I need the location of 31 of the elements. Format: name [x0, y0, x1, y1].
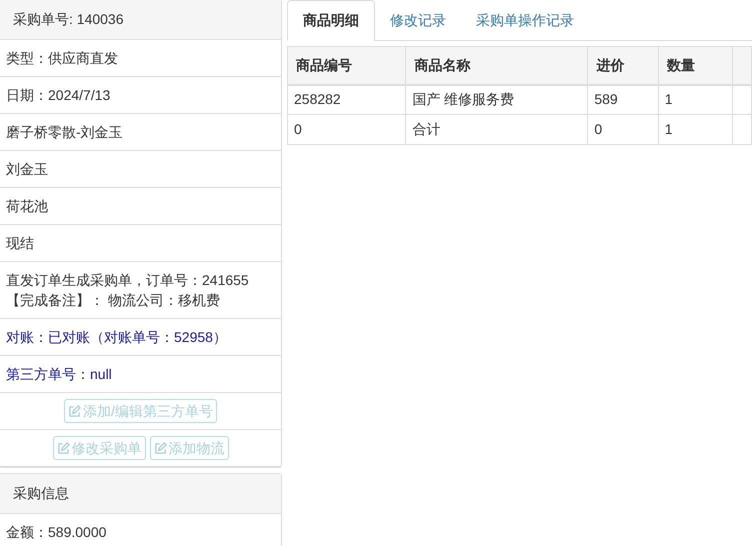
tab[interactable]: 商品明细 [287, 0, 375, 41]
edit-icon [154, 442, 166, 454]
table-cell: 合计 [406, 114, 588, 144]
panel-title: 采购单号: 140036 [13, 10, 124, 29]
column-header: 商品编号 [288, 46, 406, 84]
column-header: 进价 [588, 46, 658, 84]
info-text: 日期：2024/7/13 [6, 86, 110, 105]
info-text: 类型：供应商直发 [6, 49, 118, 68]
info-text: 直发订单生成采购单，订单号：241655 [6, 271, 249, 290]
edit-icon [68, 404, 82, 418]
table-cell: 1 [658, 114, 732, 144]
info-text: 荷花池 [6, 197, 48, 216]
info-text: 【完成备注】： 物流公司：移机费 [6, 291, 220, 310]
table-cell: 1 [658, 84, 732, 114]
info-text: 刘金玉 [6, 160, 48, 179]
column-header: 数量 [658, 46, 732, 84]
table-cell: 国产 维修服务费 [406, 84, 588, 114]
info-text: 第三方单号：null [6, 365, 112, 384]
panel-title: 采购信息 [13, 484, 69, 503]
tab[interactable]: 修改记录 [375, 0, 461, 41]
info-text: 磨子桥零散-刘金玉 [6, 123, 123, 142]
info-text: 对账：已对账（对账单号：52958） [6, 328, 227, 347]
info-text: 金额：589.0000 [6, 523, 106, 542]
info-text: 现结 [6, 234, 34, 253]
column-header: 商品名称 [406, 46, 588, 84]
table-cell: 258282 [288, 84, 406, 114]
table-cell: 0 [288, 114, 406, 144]
tab[interactable]: 采购单操作记录 [461, 0, 589, 41]
table-cell: 0 [588, 114, 658, 144]
table-cell: 589 [588, 84, 658, 114]
edit-icon [56, 442, 70, 454]
